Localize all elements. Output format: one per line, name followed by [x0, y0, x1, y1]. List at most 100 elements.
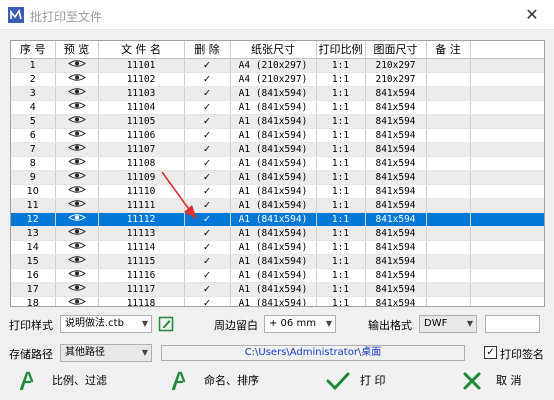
delete-check-icon[interactable]: ✓	[184, 86, 231, 101]
eye-icon[interactable]	[55, 198, 99, 213]
eye-icon[interactable]	[55, 212, 99, 227]
col-header-delete[interactable]: 删 除	[184, 41, 231, 59]
print-scale: 1:1	[316, 170, 366, 185]
note-cell[interactable]	[426, 184, 471, 199]
print-style-select[interactable]: 说明做法.ctb ▼	[60, 315, 152, 333]
margin-select[interactable]: + 06 mm ▼	[264, 315, 336, 333]
eye-icon[interactable]	[55, 58, 99, 73]
eye-icon[interactable]	[55, 268, 99, 283]
note-cell[interactable]	[426, 226, 471, 241]
table-row[interactable]: 14 11114 ✓ A1 (841x594) 1:1 841x594	[11, 240, 544, 255]
table-row[interactable]: 16 11116 ✓ A1 (841x594) 1:1 841x594	[11, 268, 544, 283]
note-cell[interactable]	[426, 86, 471, 101]
delete-check-icon[interactable]: ✓	[184, 72, 231, 87]
delete-check-icon[interactable]: ✓	[184, 184, 231, 199]
output-format-select[interactable]: DWF ▼	[419, 315, 477, 333]
table-row[interactable]: 17 11117 ✓ A1 (841x594) 1:1 841x594	[11, 282, 544, 297]
note-cell[interactable]	[426, 240, 471, 255]
delete-check-icon[interactable]: ✓	[184, 142, 231, 157]
delete-check-icon[interactable]: ✓	[184, 240, 231, 255]
eye-icon[interactable]	[55, 142, 99, 157]
note-cell[interactable]	[426, 212, 471, 227]
eye-icon[interactable]	[55, 296, 99, 306]
delete-check-icon[interactable]: ✓	[184, 114, 231, 129]
table-row[interactable]: 3 11103 ✓ A1 (841x594) 1:1 841x594	[11, 86, 544, 101]
col-header-filler	[470, 41, 544, 59]
delete-check-icon[interactable]: ✓	[184, 212, 231, 227]
table-row[interactable]: 6 11106 ✓ A1 (841x594) 1:1 841x594	[11, 128, 544, 143]
table-row[interactable]: 13 11113 ✓ A1 (841x594) 1:1 841x594	[11, 226, 544, 241]
edit-icon[interactable]	[158, 316, 174, 332]
print-button[interactable]: 打 印	[326, 369, 426, 393]
table-row[interactable]: 15 11115 ✓ A1 (841x594) 1:1 841x594	[11, 254, 544, 269]
table-row[interactable]: 7 11107 ✓ A1 (841x594) 1:1 841x594	[11, 142, 544, 157]
note-cell[interactable]	[426, 156, 471, 171]
cancel-button[interactable]: 取 消	[462, 369, 547, 393]
rename-sort-button[interactable]: 命名、排序	[170, 369, 280, 393]
table-row[interactable]: 18 11118 ✓ A1 (841x594) 1:1 841x594	[11, 296, 544, 306]
note-cell[interactable]	[426, 170, 471, 185]
table-row[interactable]: 8 11108 ✓ A1 (841x594) 1:1 841x594	[11, 156, 544, 171]
table-row[interactable]: 11 11111 ✓ A1 (841x594) 1:1 841x594	[11, 198, 544, 213]
note-cell[interactable]	[426, 296, 471, 306]
delete-check-icon[interactable]: ✓	[184, 170, 231, 185]
eye-icon[interactable]	[55, 86, 99, 101]
table-row[interactable]: 5 11105 ✓ A1 (841x594) 1:1 841x594	[11, 114, 544, 129]
eye-icon[interactable]	[55, 170, 99, 185]
col-header-filename[interactable]: 文 件 名	[98, 41, 185, 59]
delete-check-icon[interactable]: ✓	[184, 226, 231, 241]
table-row[interactable]: 9 11109 ✓ A1 (841x594) 1:1 841x594	[11, 170, 544, 185]
close-icon[interactable]: ✕	[510, 0, 554, 30]
note-cell[interactable]	[426, 282, 471, 297]
note-cell[interactable]	[426, 58, 471, 73]
eye-icon[interactable]	[55, 156, 99, 171]
delete-check-icon[interactable]: ✓	[184, 128, 231, 143]
paper-size: A4 (210x297)	[230, 72, 317, 87]
col-header-preview[interactable]: 预 览	[55, 41, 99, 59]
delete-check-icon[interactable]: ✓	[184, 268, 231, 283]
output-format-extra-field[interactable]	[485, 315, 540, 333]
eye-icon[interactable]	[55, 100, 99, 115]
delete-check-icon[interactable]: ✓	[184, 156, 231, 171]
eye-icon[interactable]	[55, 184, 99, 199]
drawing-size: 841x594	[365, 100, 427, 115]
eye-icon[interactable]	[55, 254, 99, 269]
table-row[interactable]: 12 11112 ✓ A1 (841x594) 1:1 841x594	[11, 212, 544, 227]
filler-cell	[470, 170, 544, 185]
col-header-size[interactable]: 图面尺寸	[365, 41, 427, 59]
note-cell[interactable]	[426, 198, 471, 213]
save-path-select[interactable]: 其他路径 ▼	[60, 344, 152, 362]
note-cell[interactable]	[426, 268, 471, 283]
eye-icon[interactable]	[55, 128, 99, 143]
table-row[interactable]: 10 11110 ✓ A1 (841x594) 1:1 841x594	[11, 184, 544, 199]
eye-icon[interactable]	[55, 226, 99, 241]
delete-check-icon[interactable]: ✓	[184, 198, 231, 213]
col-header-no[interactable]: 序 号	[11, 41, 56, 59]
filler-cell	[470, 212, 544, 227]
col-header-note[interactable]: 备 注	[426, 41, 471, 59]
eye-icon[interactable]	[55, 240, 99, 255]
table-row[interactable]: 2 11102 ✓ A4 (210x297) 1:1 210x297	[11, 72, 544, 87]
eye-icon[interactable]	[55, 114, 99, 129]
col-header-scale[interactable]: 打印比例	[316, 41, 366, 59]
col-header-paper[interactable]: 纸张尺寸	[230, 41, 317, 59]
scale-filter-button[interactable]: 比例、过滤	[18, 369, 128, 393]
delete-check-icon[interactable]: ✓	[184, 58, 231, 73]
save-path-display[interactable]: C:\Users\Administrator\桌面	[161, 345, 465, 361]
note-cell[interactable]	[426, 128, 471, 143]
note-cell[interactable]	[426, 142, 471, 157]
note-cell[interactable]	[426, 100, 471, 115]
table-row[interactable]: 4 11104 ✓ A1 (841x594) 1:1 841x594	[11, 100, 544, 115]
delete-check-icon[interactable]: ✓	[184, 296, 231, 306]
note-cell[interactable]	[426, 72, 471, 87]
eye-icon[interactable]	[55, 72, 99, 87]
print-scale: 1:1	[316, 268, 366, 283]
eye-icon[interactable]	[55, 282, 99, 297]
delete-check-icon[interactable]: ✓	[184, 100, 231, 115]
delete-check-icon[interactable]: ✓	[184, 282, 231, 297]
table-row[interactable]: 1 11101 ✓ A4 (210x297) 1:1 210x297	[11, 58, 544, 73]
delete-check-icon[interactable]: ✓	[184, 254, 231, 269]
note-cell[interactable]	[426, 254, 471, 269]
note-cell[interactable]	[426, 114, 471, 129]
sign-checkbox[interactable]: ✓	[484, 346, 497, 359]
